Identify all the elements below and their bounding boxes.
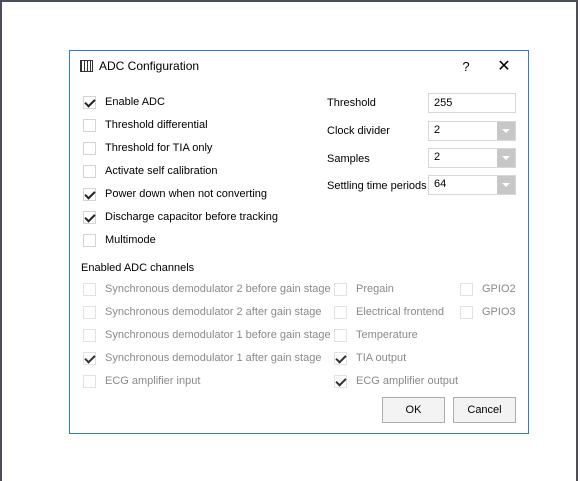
checkbox bbox=[334, 351, 347, 365]
channel-label: Synchronous demodulator 1 before gain st… bbox=[105, 329, 331, 341]
checkbox[interactable] bbox=[83, 187, 96, 201]
help-button[interactable]: ? bbox=[454, 56, 478, 78]
option-threshold-tia-only[interactable]: Threshold for TIA only bbox=[83, 140, 212, 156]
option-threshold-differential[interactable]: Threshold differential bbox=[83, 117, 208, 133]
channel-label: Synchronous demodulator 1 after gain sta… bbox=[105, 352, 322, 364]
app-chip-icon bbox=[80, 60, 93, 72]
option-label: Discharge capacitor before tracking bbox=[105, 211, 279, 223]
option-enable-adc[interactable]: Enable ADC bbox=[83, 94, 165, 110]
clock-divider-value: 2 bbox=[434, 124, 441, 136]
settling-time-label: Settling time periods bbox=[327, 180, 427, 192]
option-label: Multimode bbox=[105, 234, 156, 246]
channel-gpio3: GPIO3 bbox=[460, 304, 516, 320]
checkbox[interactable] bbox=[83, 210, 96, 224]
channel-label: GPIO2 bbox=[482, 283, 516, 295]
threshold-label: Threshold bbox=[327, 97, 376, 109]
checkbox bbox=[83, 351, 96, 365]
threshold-input[interactable]: 255 bbox=[428, 93, 516, 113]
channel-label: TIA output bbox=[356, 352, 407, 364]
channels-heading: Enabled ADC channels bbox=[81, 262, 195, 274]
samples-value: 2 bbox=[434, 151, 441, 163]
option-label: Enable ADC bbox=[105, 96, 165, 108]
checkbox[interactable] bbox=[83, 141, 96, 155]
settling-time-value: 64 bbox=[434, 178, 447, 190]
channel-label: Synchronous demodulator 2 before gain st… bbox=[105, 283, 331, 295]
checkbox bbox=[83, 374, 96, 388]
channel-label: Pregain bbox=[356, 283, 394, 295]
channel-ecg-amplifier-input: ECG amplifier input bbox=[83, 373, 200, 389]
channel-pregain: Pregain bbox=[334, 281, 394, 297]
option-label: Activate self calibration bbox=[105, 165, 218, 177]
checkbox bbox=[460, 305, 473, 319]
checkbox bbox=[334, 305, 347, 319]
chevron-down-icon[interactable] bbox=[497, 149, 515, 167]
dialog-title: ADC Configuration bbox=[99, 59, 200, 73]
channel-label: GPIO3 bbox=[482, 306, 516, 318]
ok-button[interactable]: OK bbox=[382, 397, 445, 423]
option-discharge-capacitor[interactable]: Discharge capacitor before tracking bbox=[83, 209, 278, 225]
checkbox[interactable] bbox=[83, 233, 96, 247]
channel-label: ECG amplifier input bbox=[105, 375, 201, 387]
option-label: Power down when not converting bbox=[105, 188, 268, 200]
clock-divider-label: Clock divider bbox=[327, 125, 390, 137]
checkbox bbox=[334, 374, 347, 388]
settling-time-select[interactable]: 64 bbox=[428, 175, 516, 195]
option-label: Threshold differential bbox=[105, 119, 208, 131]
chevron-down-icon[interactable] bbox=[497, 122, 515, 140]
checkbox[interactable] bbox=[83, 118, 96, 132]
chevron-down-icon[interactable] bbox=[497, 176, 515, 194]
checkbox bbox=[83, 328, 96, 342]
channel-electrical-frontend: Electrical frontend bbox=[334, 304, 444, 320]
channel-sync-demod1-before: Synchronous demodulator 1 before gain st… bbox=[83, 327, 331, 343]
channel-temperature: Temperature bbox=[334, 327, 418, 343]
channel-tia-output: TIA output bbox=[334, 350, 406, 366]
option-multimode[interactable]: Multimode bbox=[83, 232, 156, 248]
samples-label: Samples bbox=[327, 153, 370, 165]
channel-sync-demod1-after: Synchronous demodulator 1 after gain sta… bbox=[83, 350, 321, 366]
checkbox bbox=[83, 305, 96, 319]
option-self-calibration[interactable]: Activate self calibration bbox=[83, 163, 218, 179]
channel-sync-demod2-after: Synchronous demodulator 2 after gain sta… bbox=[83, 304, 321, 320]
channel-gpio2: GPIO2 bbox=[460, 281, 516, 297]
checkbox bbox=[334, 282, 347, 296]
option-label: Threshold for TIA only bbox=[105, 142, 213, 154]
close-button[interactable]: ✕ bbox=[490, 56, 518, 78]
channel-sync-demod2-before: Synchronous demodulator 2 before gain st… bbox=[83, 281, 331, 297]
channel-ecg-amplifier-output: ECG amplifier output bbox=[334, 373, 458, 389]
channel-label: Temperature bbox=[356, 329, 418, 341]
checkbox bbox=[460, 282, 473, 296]
channel-label: ECG amplifier output bbox=[356, 375, 459, 387]
clock-divider-select[interactable]: 2 bbox=[428, 121, 516, 141]
cancel-button[interactable]: Cancel bbox=[453, 397, 516, 423]
option-power-down[interactable]: Power down when not converting bbox=[83, 186, 267, 202]
dialog-titlebar: ADC Configuration ? ✕ bbox=[70, 51, 528, 81]
channel-label: Electrical frontend bbox=[356, 306, 445, 318]
checkbox bbox=[83, 282, 96, 296]
adc-configuration-dialog: ADC Configuration ? ✕ Enable ADC Thresho… bbox=[69, 50, 529, 434]
channel-label: Synchronous demodulator 2 after gain sta… bbox=[105, 306, 322, 318]
checkbox[interactable] bbox=[83, 164, 96, 178]
samples-select[interactable]: 2 bbox=[428, 148, 516, 168]
checkbox[interactable] bbox=[83, 95, 96, 109]
checkbox bbox=[334, 328, 347, 342]
